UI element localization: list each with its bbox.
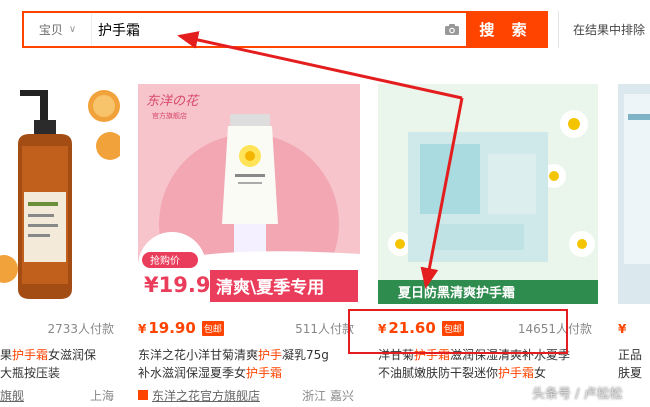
search-results-page: 宝贝 ∨ 护手霜 搜 索 在结果中排除 2733人付款 果护手霜女滋润保 大瓶按…: [0, 0, 650, 407]
watermark: 头条号 / 卢松松: [532, 387, 623, 402]
arrow-to-search: [177, 31, 463, 100]
arrow-to-price: [420, 97, 464, 289]
annotation-arrows: [177, 31, 464, 289]
